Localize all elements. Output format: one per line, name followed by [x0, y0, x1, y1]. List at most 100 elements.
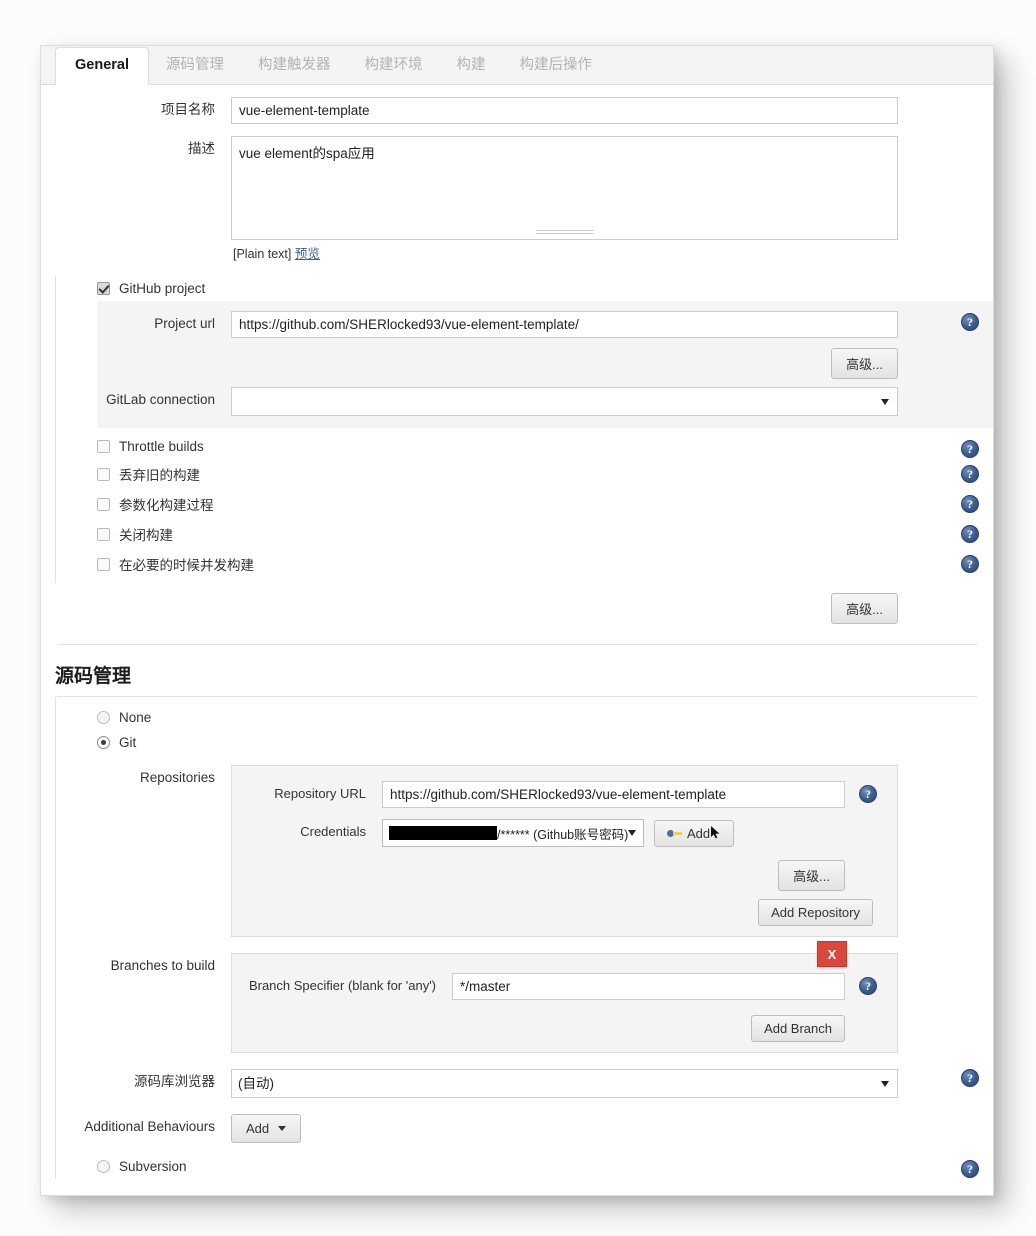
field-branches-to-build: Branches to build X Branch Specifier (bl…: [41, 941, 993, 1057]
help-icon-branch-specifier[interactable]: ?: [859, 977, 877, 995]
option-throttle-builds[interactable]: Throttle builds ?: [97, 434, 993, 459]
scm-option-none[interactable]: None: [41, 705, 993, 730]
throttle-builds-label[interactable]: Throttle builds: [119, 439, 204, 454]
scm-option-git[interactable]: Git: [41, 730, 993, 755]
delete-branch-button[interactable]: X: [817, 941, 847, 967]
scm-option-subversion[interactable]: Subversion ?: [41, 1147, 993, 1179]
tab-scm[interactable]: 源码管理: [149, 48, 241, 84]
add-credentials-button[interactable]: Add: [654, 819, 735, 847]
preview-link[interactable]: 预览: [295, 247, 320, 261]
repository-url-input[interactable]: [382, 781, 845, 808]
branches-panel: X Branch Specifier (blank for 'any') ? A…: [231, 941, 898, 1053]
help-icon-disable-build[interactable]: ?: [961, 525, 979, 543]
disable-build-label[interactable]: 关闭构建: [119, 524, 173, 544]
scm-git-label[interactable]: Git: [119, 735, 136, 750]
chevron-down-icon-add-behaviour: [278, 1126, 287, 1131]
field-repositories: Repositories Repository URL ?: [41, 755, 993, 941]
additional-behaviours-add-button[interactable]: Add: [231, 1114, 302, 1143]
form-body: 项目名称 描述 vue element的spa应用 [Plain text] 预…: [41, 85, 993, 1179]
add-repository-button[interactable]: Add Repository: [758, 899, 873, 926]
github-advanced-button[interactable]: 高级...: [831, 348, 898, 379]
repo-advanced-row: 高级...: [246, 850, 883, 891]
scm-subversion-radio[interactable]: [97, 1160, 110, 1173]
option-disable-build[interactable]: 关闭构建 ?: [97, 519, 993, 549]
repository-advanced-button[interactable]: 高级...: [778, 860, 845, 891]
credentials-redacted-value: [389, 826, 497, 840]
gitlab-connection-select[interactable]: [231, 387, 898, 416]
page-root: General 源码管理 构建触发器 构建环境 构建 构建后操作 项目名称 描述…: [0, 0, 1036, 1236]
repositories-panel: Repository URL ? Credentials: [231, 765, 898, 937]
scm-none-label[interactable]: None: [119, 710, 151, 725]
field-project-url: Project url ?: [97, 307, 993, 342]
field-branch-specifier: Branch Specifier (blank for 'any') ?: [246, 970, 883, 1003]
scm-git-radio[interactable]: [97, 736, 110, 749]
plain-text-label: [Plain text]: [233, 247, 292, 261]
help-icon-subversion[interactable]: ?: [961, 1160, 979, 1178]
tab-bar: General 源码管理 构建触发器 构建环境 构建 构建后操作: [41, 46, 993, 85]
project-url-advanced-row: 高级...: [97, 342, 993, 385]
repo-browser-label: 源码库浏览器: [134, 1074, 215, 1089]
option-parameterized-build[interactable]: 参数化构建过程 ?: [97, 489, 993, 519]
repositories-label: Repositories: [139, 770, 215, 785]
scm-none-radio[interactable]: [97, 711, 110, 724]
repository-url-label: Repository URL: [274, 786, 366, 801]
tab-general[interactable]: General: [55, 47, 149, 85]
field-project-name: 项目名称: [41, 85, 993, 128]
credentials-value-text: /****** (Github账号密码): [497, 827, 629, 842]
project-url-input[interactable]: [231, 311, 898, 338]
repo-browser-select[interactable]: (自动): [231, 1069, 898, 1098]
help-icon-repo-browser[interactable]: ?: [961, 1069, 979, 1087]
additional-behaviours-add-label: Add: [246, 1121, 270, 1136]
config-window: General 源码管理 构建触发器 构建环境 构建 构建后操作 项目名称 描述…: [40, 45, 994, 1196]
branch-specifier-input[interactable]: [452, 973, 845, 1000]
add-branch-button[interactable]: Add Branch: [751, 1015, 845, 1042]
disable-build-checkbox[interactable]: [97, 527, 110, 541]
option-concurrent-build[interactable]: 在必要的时候并发构建 ?: [97, 549, 993, 579]
concurrent-build-label[interactable]: 在必要的时候并发构建: [119, 554, 254, 574]
general-advanced-button[interactable]: 高级...: [831, 593, 898, 624]
field-additional-behaviours: Additional Behaviours Add: [41, 1102, 993, 1147]
tab-post-build[interactable]: 构建后操作: [503, 48, 610, 84]
field-credentials: Credentials /****** (Github账号密码) Add: [246, 811, 883, 850]
group-left-rule: [55, 276, 56, 583]
add-credentials-label: Add: [687, 825, 711, 841]
tab-build-triggers[interactable]: 构建触发器: [241, 48, 348, 84]
tab-build[interactable]: 构建: [440, 48, 503, 84]
discard-old-builds-checkbox[interactable]: [97, 467, 110, 481]
concurrent-build-checkbox[interactable]: [97, 557, 110, 571]
add-repository-row: Add Repository: [246, 891, 883, 926]
discard-old-builds-label[interactable]: 丢弃旧的构建: [119, 464, 200, 484]
project-url-label: Project url: [154, 316, 215, 331]
tab-build-env[interactable]: 构建环境: [348, 48, 440, 84]
project-name-label: 项目名称: [161, 102, 215, 117]
credentials-label: Credentials: [300, 824, 366, 839]
help-icon-discard-old-builds[interactable]: ?: [961, 465, 979, 483]
help-icon-throttle-builds[interactable]: ?: [961, 440, 979, 458]
project-name-input[interactable]: [231, 97, 898, 124]
gitlab-connection-label: GitLab connection: [106, 392, 215, 407]
parameterized-build-checkbox[interactable]: [97, 497, 110, 511]
scm-group: None Git Repositories Repository URL htt…: [41, 697, 993, 1179]
help-icon-parameterized-build[interactable]: ?: [961, 495, 979, 513]
throttle-builds-checkbox[interactable]: [97, 440, 110, 453]
github-project-checkbox[interactable]: [97, 282, 110, 295]
help-icon-concurrent-build[interactable]: ?: [961, 555, 979, 573]
field-description: 描述 vue element的spa应用 [Plain text] 预览: [41, 128, 993, 266]
general-advanced-row: 高级...: [41, 583, 993, 630]
github-project-row[interactable]: GitHub project: [41, 276, 993, 301]
field-repository-url: Repository URL ?: [246, 778, 883, 811]
parameterized-build-label[interactable]: 参数化构建过程: [119, 494, 214, 514]
option-discard-old-builds[interactable]: 丢弃旧的构建 ?: [97, 459, 993, 489]
github-project-label[interactable]: GitHub project: [119, 281, 205, 296]
scm-subversion-label[interactable]: Subversion: [119, 1159, 187, 1174]
scm-section-title: 源码管理: [55, 666, 132, 687]
credentials-select[interactable]: /****** (Github账号密码): [382, 819, 644, 847]
help-icon-repository-url[interactable]: ?: [859, 785, 877, 803]
additional-behaviours-label: Additional Behaviours: [84, 1119, 215, 1134]
branch-specifier-label: Branch Specifier (blank for 'any'): [248, 978, 436, 993]
github-project-group: GitHub project Project url ? 高级...: [41, 276, 993, 583]
description-format-note: [Plain text] 预览: [231, 240, 898, 262]
description-textarea[interactable]: vue element的spa应用: [231, 136, 898, 240]
help-icon-project-url[interactable]: ?: [961, 313, 979, 331]
field-repo-browser: 源码库浏览器 (自动) ?: [41, 1057, 993, 1102]
